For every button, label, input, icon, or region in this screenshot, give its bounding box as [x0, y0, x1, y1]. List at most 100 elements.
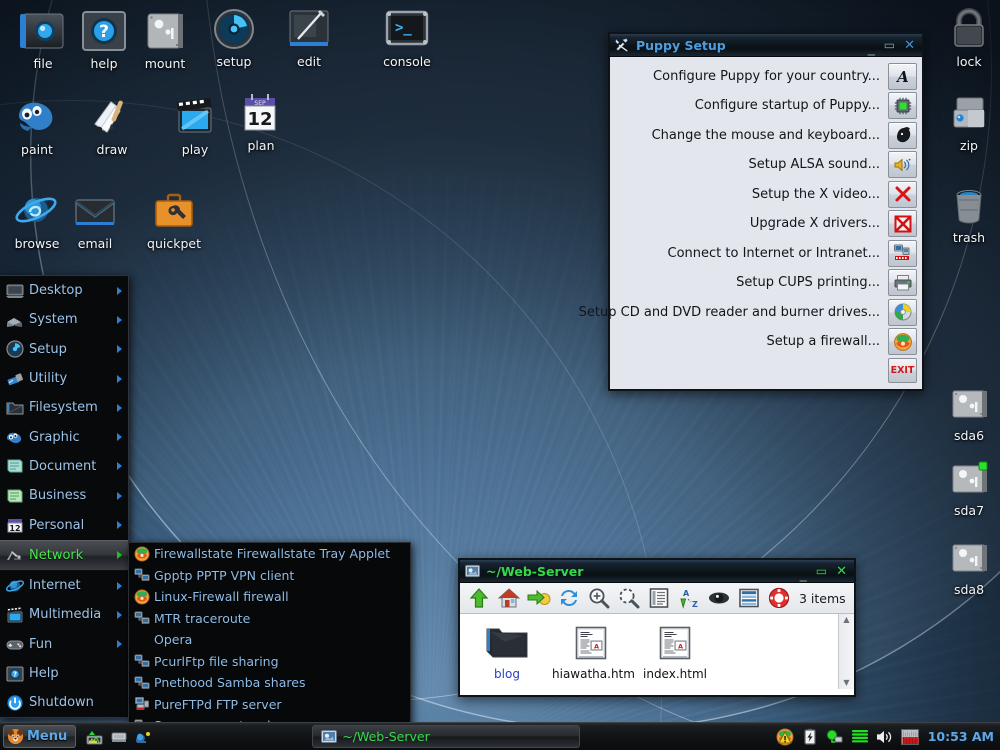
- window-controls[interactable]: _ ▭ ✕: [868, 38, 920, 56]
- setup-row-5[interactable]: Upgrade X drivers...: [616, 210, 917, 238]
- taskbar[interactable]: Menu ~/Web-Server 10:53 AM: [0, 722, 1000, 750]
- menu-item-business[interactable]: Business: [0, 481, 128, 510]
- thumbnails-icon[interactable]: [734, 585, 763, 611]
- setup-row-6[interactable]: Connect to Internet or Intranet...: [616, 239, 917, 267]
- taskbar-tray-left[interactable]: [86, 728, 152, 746]
- chip-icon[interactable]: [888, 92, 917, 120]
- desktop-icon-console[interactable]: >_ console: [370, 4, 444, 69]
- menu-item-utility[interactable]: Utility: [0, 364, 128, 393]
- home-icon[interactable]: [494, 585, 523, 611]
- help-ring-icon[interactable]: [764, 585, 793, 611]
- taskbar-window-button[interactable]: ~/Web-Server: [312, 725, 581, 748]
- network-connection-icon[interactable]: [826, 728, 844, 746]
- file-manager-titlebar[interactable]: ~/Web-Server _ ▭ ✕: [460, 560, 854, 583]
- menu-item-internet[interactable]: Internet: [0, 571, 128, 600]
- bookmarks-icon[interactable]: [524, 585, 553, 611]
- menu-item-multimedia[interactable]: Multimedia: [0, 600, 128, 629]
- taskbar-clock[interactable]: 10:53 AM: [928, 729, 994, 744]
- desktop-icon-draw[interactable]: draw: [75, 92, 149, 157]
- sort-az-icon[interactable]: AZ: [674, 585, 703, 611]
- menu-item-document[interactable]: Document: [0, 452, 128, 481]
- menu-item-personal[interactable]: 12 Personal: [0, 510, 128, 539]
- show-hidden-icon[interactable]: [704, 585, 733, 611]
- setup-row-4[interactable]: Setup the X video...: [616, 180, 917, 208]
- submenu-item-4[interactable]: Opera: [129, 629, 410, 651]
- submenu-item-3[interactable]: MTR traceroute: [129, 608, 410, 630]
- scroll-down-arrow-icon[interactable]: ▼: [843, 677, 849, 689]
- setup-row-0[interactable]: Configure Puppy for your country... A: [616, 62, 917, 90]
- desktop-icon-email[interactable]: email: [58, 186, 132, 251]
- network-monitor-icon[interactable]: [86, 728, 104, 746]
- cd-disc-icon[interactable]: [888, 298, 917, 326]
- scroll-up-arrow-icon[interactable]: ▲: [843, 614, 849, 626]
- clipboard-icon[interactable]: [110, 728, 128, 746]
- desktop-icon-trash[interactable]: trash: [932, 180, 1000, 245]
- menu-item-fun[interactable]: Fun: [0, 630, 128, 659]
- submenu-item-0[interactable]: Firewallstate Firewallstate Tray Applet: [129, 543, 410, 565]
- network-submenu[interactable]: Firewallstate Firewallstate Tray Applet G…: [128, 542, 411, 738]
- desktop-icon-sda7[interactable]: sda7: [932, 453, 1000, 518]
- submenu-item-5[interactable]: PcurlFtp file sharing: [129, 651, 410, 673]
- file-item-index.html[interactable]: Aindex.html: [636, 620, 714, 695]
- file-item-blog[interactable]: blog: [468, 620, 546, 695]
- desktop-icon-mount[interactable]: mount: [128, 6, 202, 71]
- menu-item-graphic[interactable]: Graphic: [0, 422, 128, 451]
- battery-icon[interactable]: [801, 728, 819, 746]
- menu-item-desktop[interactable]: Desktop: [0, 276, 128, 305]
- maximize-button[interactable]: ▭: [884, 39, 895, 51]
- puppy-setup-titlebar[interactable]: Puppy Setup _ ▭ ✕: [610, 34, 922, 57]
- desktop-icon-sda6[interactable]: sda6: [932, 378, 1000, 443]
- menu-item-help[interactable]: ? Help: [0, 659, 128, 688]
- desktop-icon-plan[interactable]: SEP 12 plan: [224, 88, 298, 153]
- menu-item-filesystem[interactable]: Filesystem: [0, 393, 128, 422]
- up-arrow-icon[interactable]: [464, 585, 493, 611]
- minimize-button[interactable]: _: [800, 567, 807, 581]
- menu-item-shutdown[interactable]: Shutdown: [0, 688, 128, 717]
- window-controls[interactable]: _ ▭ ✕: [800, 564, 852, 582]
- desktop-icon-lock[interactable]: lock: [932, 4, 1000, 69]
- desktop-icon-sda8[interactable]: sda8: [932, 532, 1000, 597]
- pwireless-icon[interactable]: [134, 728, 152, 746]
- x-boxed-red-icon[interactable]: [888, 210, 917, 238]
- menu-item-network[interactable]: Network: [0, 539, 128, 571]
- desktop-icon-quickpet[interactable]: quickpet: [137, 186, 211, 251]
- setup-row-9[interactable]: Setup a firewall...: [616, 328, 917, 356]
- submenu-item-6[interactable]: Pnethood Samba shares: [129, 672, 410, 694]
- setup-row-8[interactable]: Setup CD and DVD reader and burner drive…: [579, 298, 917, 326]
- desktop-icon-play[interactable]: play: [158, 92, 232, 157]
- refresh-icon[interactable]: [554, 585, 583, 611]
- zoom-out-icon[interactable]: [614, 585, 643, 611]
- cpu-monitor-icon[interactable]: [900, 728, 919, 746]
- taskbar-window-list[interactable]: ~/Web-Server: [312, 725, 581, 748]
- file-manager-window[interactable]: ~/Web-Server _ ▭ ✕ AZ3 items blog Ahiawat…: [458, 558, 856, 697]
- list-view-icon[interactable]: [644, 585, 673, 611]
- volume-bars-icon[interactable]: [851, 728, 869, 746]
- setup-row-1[interactable]: Configure startup of Puppy...: [616, 92, 917, 120]
- maximize-button[interactable]: ▭: [816, 565, 827, 577]
- desktop-icon-edit[interactable]: edit: [272, 4, 346, 69]
- desktop-icon-paint[interactable]: paint: [0, 92, 74, 157]
- printer-icon[interactable]: [888, 269, 917, 297]
- puppy-setup-window[interactable]: Puppy Setup _ ▭ ✕ Configure Puppy for yo…: [579, 32, 924, 391]
- submenu-item-2[interactable]: Linux-Firewall firewall: [129, 586, 410, 608]
- file-manager-toolbar[interactable]: AZ 3 items: [460, 583, 854, 614]
- setup-row-2[interactable]: Change the mouse and keyboard...: [616, 121, 917, 149]
- menu-item-system[interactable]: System: [0, 305, 128, 334]
- x-red-icon[interactable]: [888, 180, 917, 208]
- close-button[interactable]: ✕: [904, 39, 915, 52]
- speaker-icon[interactable]: [876, 728, 894, 746]
- desktop-icon-zip[interactable]: zip: [932, 88, 1000, 153]
- file-manager-view[interactable]: blog Ahiawatha.htm Aindex.html ▲ ▼: [460, 614, 854, 695]
- submenu-item-7[interactable]: PureFTPd FTP server: [129, 694, 410, 716]
- vertical-scrollbar[interactable]: ▲ ▼: [838, 614, 854, 689]
- mouse-keyboard-icon[interactable]: [888, 121, 917, 149]
- main-menu[interactable]: Desktop System Setup Utility Filesystem Graph…: [0, 275, 129, 719]
- submenu-item-1[interactable]: Gpptp PPTP VPN client: [129, 565, 410, 587]
- file-item-hiawatha.htm[interactable]: Ahiawatha.htm: [552, 620, 635, 695]
- minimize-button[interactable]: _: [868, 41, 875, 55]
- menu-button[interactable]: Menu: [3, 725, 77, 748]
- taskbar-tray-right[interactable]: 10:53 AM: [776, 728, 1000, 746]
- firewall-icon[interactable]: [888, 328, 917, 356]
- font-letter-a-icon[interactable]: A: [888, 62, 917, 90]
- network-connect-icon[interactable]: [888, 239, 917, 267]
